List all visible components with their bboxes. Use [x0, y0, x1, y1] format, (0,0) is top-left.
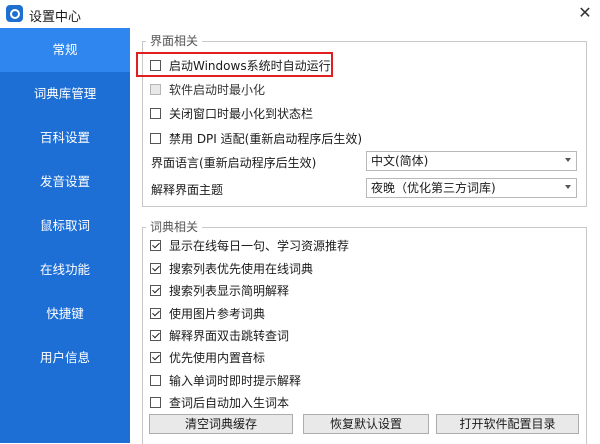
language-value: 中文(简体)	[371, 154, 429, 168]
option-image-dictionary[interactable]: 使用图片参考词典	[150, 304, 265, 322]
dictionary-group-title: 词典相关	[146, 220, 203, 234]
sidebar-item-encyclopedia[interactable]: 百科设置	[0, 116, 130, 160]
title-bar: 设置中心 ✕	[0, 0, 600, 28]
open-config-dir-button[interactable]: 打开软件配置目录	[436, 414, 579, 434]
option-online-dict-first[interactable]: 搜索列表优先使用在线词典	[150, 259, 313, 277]
option-double-click-lookup[interactable]: 解释界面双击跳转查词	[150, 326, 289, 344]
sidebar-item-mouse-lookup[interactable]: 鼠标取词	[0, 204, 130, 248]
option-label: 解释界面双击跳转查词	[169, 328, 290, 343]
option-label: 关闭窗口时最小化到状态栏	[169, 106, 314, 121]
checkbox[interactable]	[150, 239, 161, 251]
option-disable-dpi[interactable]: 禁用 DPI 适配(重新启动程序后生效)	[150, 129, 362, 147]
restore-defaults-button[interactable]: 恢复默认设置	[303, 414, 429, 434]
checkbox[interactable]	[150, 351, 161, 363]
checkbox[interactable]	[150, 107, 161, 119]
language-select[interactable]: 中文(简体)	[366, 151, 577, 171]
checkbox[interactable]	[150, 374, 161, 386]
chevron-down-icon	[565, 158, 571, 162]
option-label: 搜索列表显示简明解释	[169, 283, 290, 298]
option-builtin-phonetics[interactable]: 优先使用内置音标	[150, 348, 265, 366]
close-icon[interactable]: ✕	[572, 2, 598, 24]
option-label: 查词后自动加入生词本	[169, 395, 290, 410]
sidebar-item-online[interactable]: 在线功能	[0, 248, 130, 292]
option-label: 启动Windows系统时自动运行	[169, 58, 331, 73]
option-label: 优先使用内置音标	[169, 350, 266, 365]
sidebar: 常规 词典库管理 百科设置 发音设置 鼠标取词 在线功能 快捷键 用户信息	[0, 28, 130, 443]
option-daily-sentence[interactable]: 显示在线每日一句、学习资源推荐	[150, 236, 349, 254]
checkbox[interactable]	[150, 132, 161, 144]
sidebar-item-pronunciation[interactable]: 发音设置	[0, 160, 130, 204]
sidebar-item-dictionary-manager[interactable]: 词典库管理	[0, 72, 130, 116]
theme-value: 夜晚（优化第三方词库)	[371, 181, 496, 195]
checkbox	[150, 83, 161, 95]
checkbox[interactable]	[150, 59, 161, 71]
option-label: 使用图片参考词典	[169, 306, 266, 321]
theme-select[interactable]: 夜晚（优化第三方词库)	[366, 178, 577, 198]
option-label: 搜索列表优先使用在线词典	[169, 261, 314, 276]
option-minimize-to-tray[interactable]: 关闭窗口时最小化到状态栏	[150, 104, 313, 122]
language-label: 界面语言(重新启动程序后生效)	[151, 156, 317, 170]
sidebar-item-hotkeys[interactable]: 快捷键	[0, 292, 130, 336]
option-start-minimized: 软件启动时最小化	[150, 80, 265, 98]
app-logo-icon	[6, 5, 23, 22]
option-label: 软件启动时最小化	[169, 82, 266, 97]
checkbox[interactable]	[150, 284, 161, 296]
interface-group-title: 界面相关	[146, 34, 203, 48]
clear-cache-button[interactable]: 清空词典缓存	[149, 414, 293, 434]
checkbox[interactable]	[150, 307, 161, 319]
chevron-down-icon	[565, 185, 571, 189]
checkbox[interactable]	[150, 329, 161, 341]
sidebar-item-general[interactable]: 常规	[0, 28, 130, 72]
option-label: 显示在线每日一句、学习资源推荐	[169, 238, 350, 253]
theme-label: 解释界面主题	[151, 183, 224, 197]
option-auto-add-wordbook[interactable]: 查词后自动加入生词本	[150, 393, 289, 411]
checkbox[interactable]	[150, 396, 161, 408]
checkbox[interactable]	[150, 262, 161, 274]
window-title: 设置中心	[29, 10, 82, 25]
option-instant-hint[interactable]: 输入单词时即时提示解释	[150, 371, 301, 389]
option-label: 禁用 DPI 适配(重新启动程序后生效)	[169, 131, 363, 146]
option-autostart[interactable]: 启动Windows系统时自动运行	[150, 56, 331, 74]
sidebar-item-user-info[interactable]: 用户信息	[0, 336, 130, 380]
option-label: 输入单词时即时提示解释	[169, 373, 302, 388]
option-brief-explanation[interactable]: 搜索列表显示简明解释	[150, 281, 289, 299]
